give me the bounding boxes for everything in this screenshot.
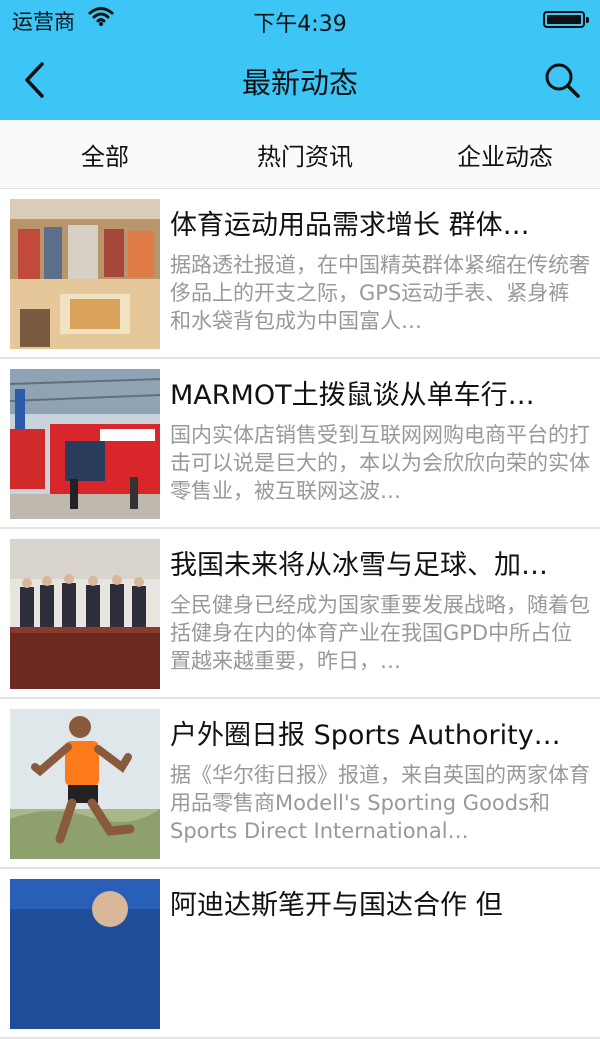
article-thumbnail bbox=[10, 199, 160, 349]
tab-all[interactable]: 全部 bbox=[5, 120, 205, 188]
status-bar: 运营商 下午4:39 bbox=[0, 0, 600, 38]
article-thumbnail bbox=[10, 709, 160, 859]
header: 运营商 下午4:39 最新动态 bbox=[0, 0, 600, 120]
article-summary: 据《华尔街日报》报道，来自英国的两家体育用品零售商Modell's Sporti… bbox=[170, 763, 590, 843]
list-item[interactable]: 体育运动用品需求增长 群体… 据路透社报道，在中国精英群体紧缩在传统奢侈品上的开… bbox=[0, 189, 600, 359]
tab-company-news[interactable]: 企业动态 bbox=[405, 120, 600, 188]
clock: 下午4:39 bbox=[253, 12, 347, 37]
article-thumbnail bbox=[10, 539, 160, 689]
article-summary: 国内实体店销售受到互联网网购电商平台的打击可以说是巨大的，本以为会欣欣向荣的实体… bbox=[170, 423, 590, 503]
article-summary bbox=[170, 931, 590, 1015]
category-tabs: 全部 热门资讯 企业动态 bbox=[0, 120, 600, 189]
list-item[interactable]: 阿迪达斯笔开与国达合作 但 bbox=[0, 869, 600, 1039]
article-summary: 全民健身已经成为国家重要发展战略，随着包括健身在内的体育产业在我国GPD中所占位… bbox=[170, 593, 590, 673]
search-icon[interactable] bbox=[540, 58, 584, 102]
article-title: 体育运动用品需求增长 群体… bbox=[170, 210, 530, 241]
article-title: MARMOT土拨鼠谈从单车行… bbox=[170, 380, 535, 411]
article-title: 户外圈日报 Sports Authority… bbox=[170, 720, 561, 751]
article-title: 我国未来将从冰雪与足球、加… bbox=[170, 550, 548, 581]
tab-hot-news[interactable]: 热门资讯 bbox=[205, 120, 405, 188]
list-item[interactable]: 户外圈日报 Sports Authority… 据《华尔街日报》报道，来自英国的… bbox=[0, 699, 600, 869]
list-item[interactable]: 我国未来将从冰雪与足球、加… 全民健身已经成为国家重要发展战略，随着包括健身在内… bbox=[0, 529, 600, 699]
article-thumbnail bbox=[10, 369, 160, 519]
battery-icon bbox=[543, 11, 589, 28]
list-item[interactable]: MARMOT土拨鼠谈从单车行… 国内实体店销售受到互联网网购电商平台的打击可以说… bbox=[0, 359, 600, 529]
article-title: 阿迪达斯笔开与国达合作 但 bbox=[170, 890, 503, 921]
page-title: 最新动态 bbox=[241, 66, 358, 100]
article-thumbnail bbox=[10, 879, 160, 1029]
article-summary: 据路透社报道，在中国精英群体紧缩在传统奢侈品上的开支之际，GPS运动手表、紧身裤… bbox=[170, 253, 590, 333]
